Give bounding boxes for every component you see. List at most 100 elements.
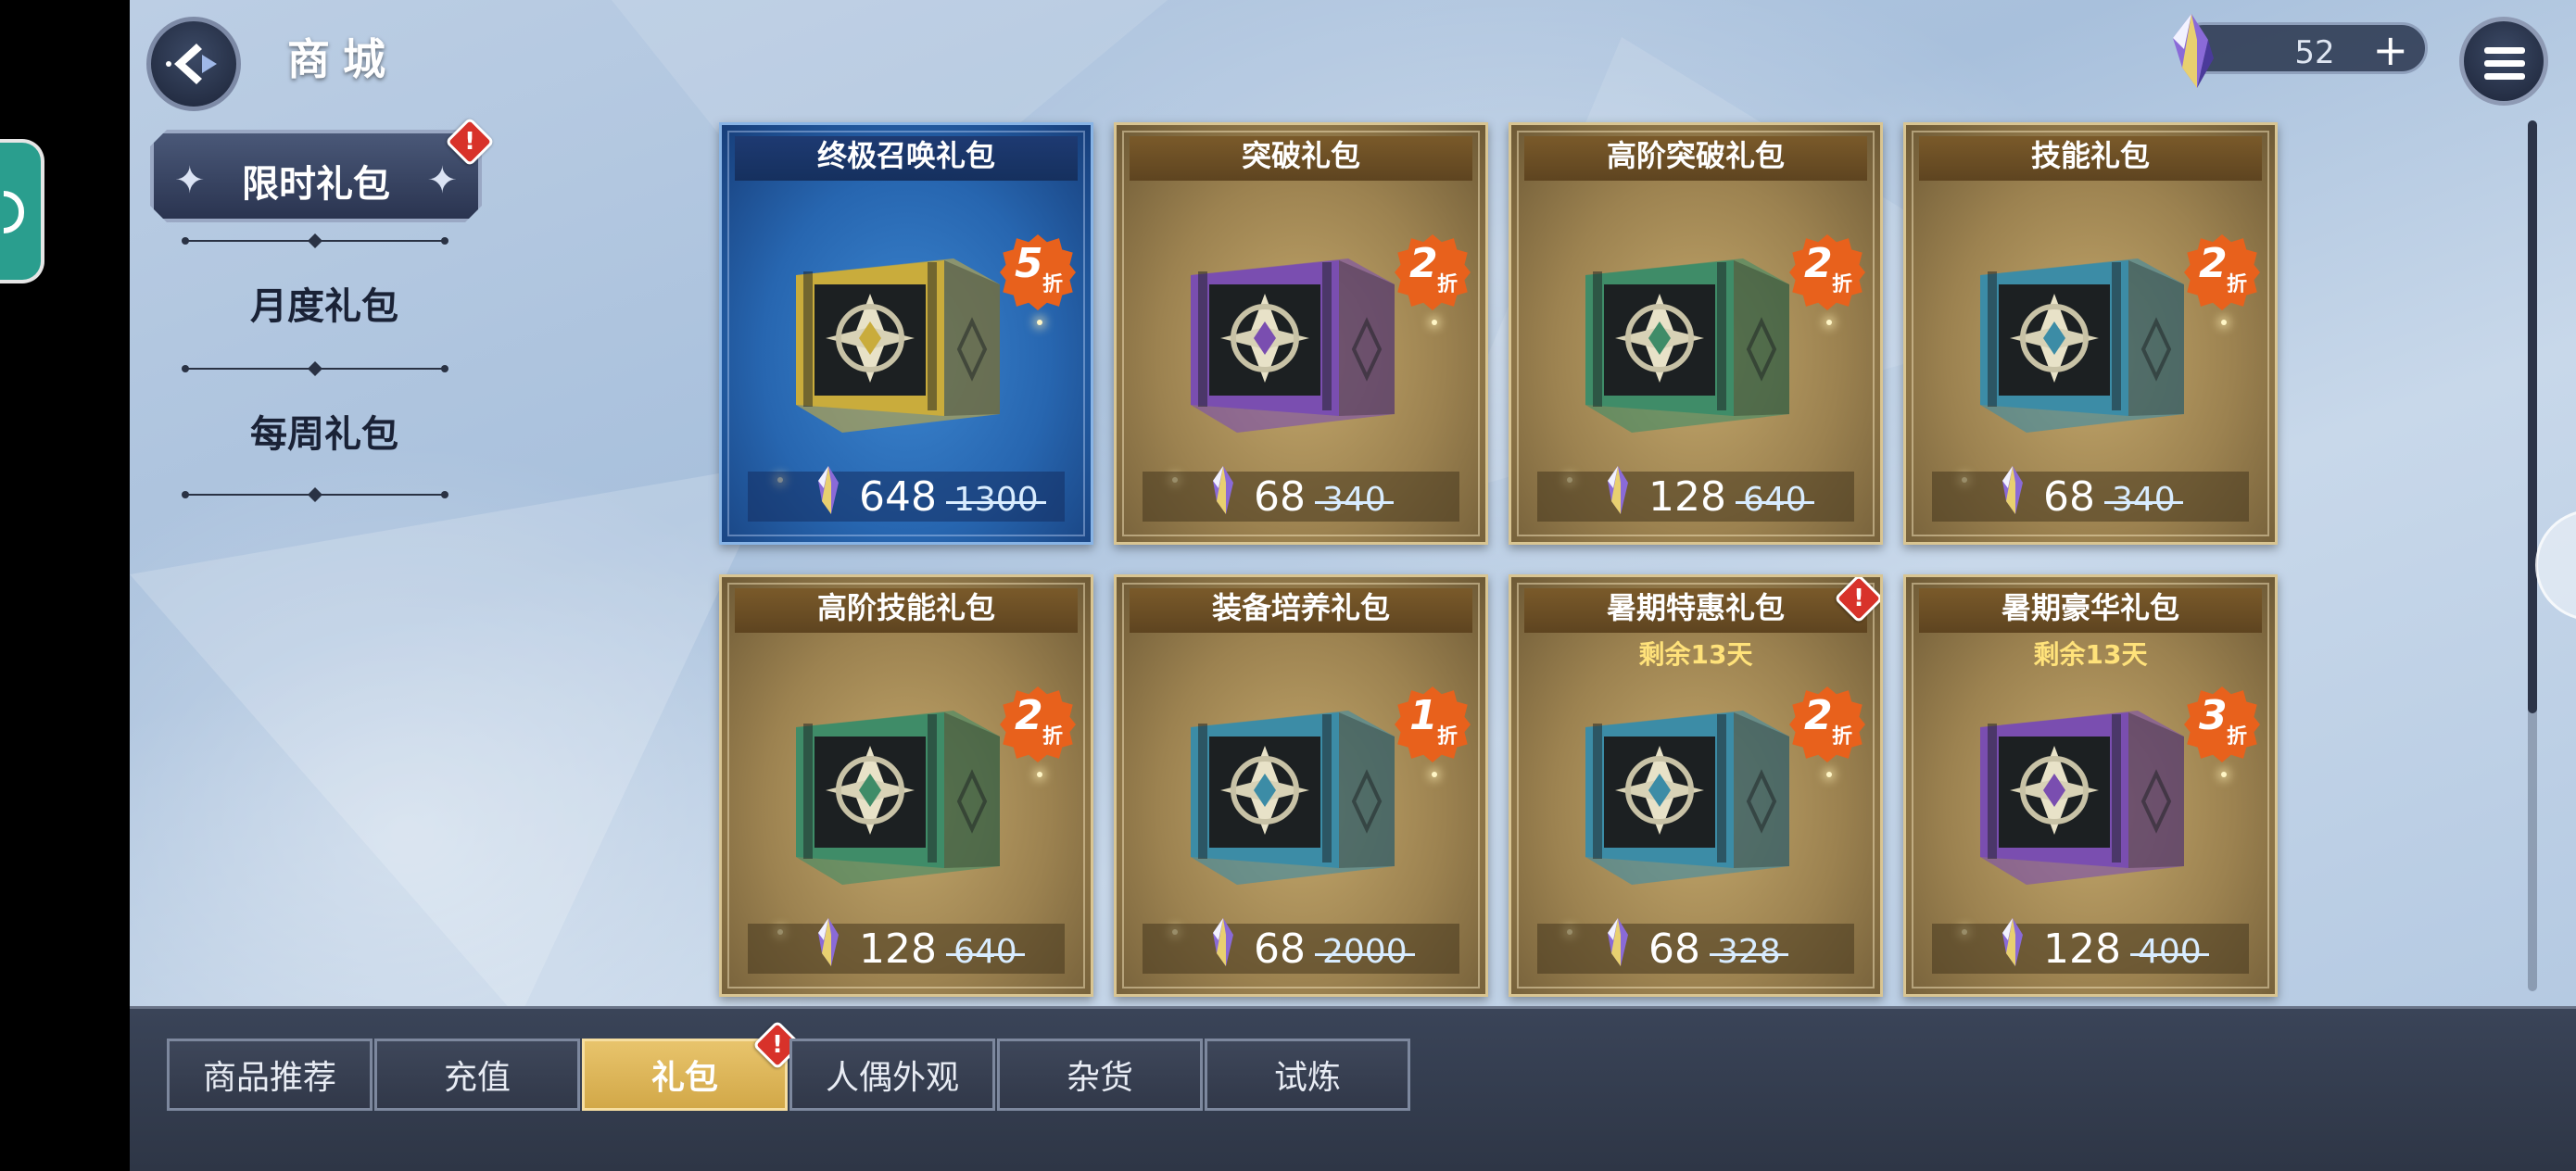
discount-unit: 折 <box>2227 273 2248 296</box>
crystal-gem-icon <box>2002 918 2023 966</box>
scroll-thumb[interactable] <box>2528 120 2537 713</box>
discount-badge: 2 折 <box>2184 234 2260 310</box>
discount-unit: 折 <box>1042 725 1064 749</box>
pack-title: 高阶技能礼包 <box>816 590 995 625</box>
category-weekly-pack[interactable]: 每周礼包 <box>130 404 519 458</box>
crystal-gem-icon <box>2173 14 2214 88</box>
price-bar: 68 340 <box>1932 466 2249 522</box>
discount-value: 2 <box>1409 240 1438 287</box>
crystal-gem-icon <box>818 918 839 966</box>
category-label: 限时礼包 <box>242 163 390 206</box>
crystal-gem-icon <box>818 466 839 514</box>
treasure-chest-icon <box>1585 711 1789 885</box>
bottom-tab-bar: 商品推荐 充值 礼包! 人偶外观 杂货 试炼 <box>130 1006 2576 1171</box>
category-limited-pack[interactable]: ✦ ✦ 限时礼包 <box>150 130 482 222</box>
treasure-chest-icon <box>796 258 1000 433</box>
crystal-gem-icon <box>1213 918 1233 966</box>
price-bar: 68 340 <box>1143 466 1459 522</box>
price-bar: 128 400 <box>1932 918 2249 974</box>
original-price: 640 <box>1736 481 1814 519</box>
currency-value: 52 <box>2294 34 2335 71</box>
discount-value: 5 <box>1015 240 1043 287</box>
discount-unit: 折 <box>1832 273 1853 296</box>
pack-card[interactable]: 终极召唤礼包 5 折 648 1300 <box>719 122 1093 545</box>
discount-unit: 折 <box>1832 725 1853 749</box>
current-price: 128 <box>859 925 937 973</box>
tab-misc[interactable]: 杂货 <box>997 1039 1203 1111</box>
price-bar: 128 640 <box>1537 466 1854 522</box>
discount-unit: 折 <box>1437 725 1458 749</box>
sparkle <box>1432 772 1437 777</box>
discount-badge: 5 折 <box>1000 234 1076 310</box>
original-price: 340 <box>1315 481 1394 519</box>
pack-card[interactable]: 装备培养礼包 1 折 68 2000 <box>1114 574 1488 997</box>
pack-card[interactable]: 暑期豪华礼包 剩余13天 3 折 128 400 <box>1903 574 2278 997</box>
menu-button[interactable] <box>2459 17 2548 106</box>
menu-icon-line <box>2484 60 2525 67</box>
pack-card[interactable]: 高阶技能礼包 2 折 128 640 <box>719 574 1093 997</box>
crystal-gem-icon <box>2002 466 2023 514</box>
alert-mark: ! <box>1853 585 1864 612</box>
original-price: 328 <box>1710 933 1788 971</box>
discount-badge: 2 折 <box>1789 234 1865 310</box>
sparkle <box>1826 320 1832 325</box>
pack-time-remaining: 剩余13天 <box>2033 639 2148 670</box>
pack-title: 暑期特惠礼包 <box>1606 590 1785 625</box>
assist-icon <box>4 191 24 233</box>
shop-screen: 商城 52 + ✦ ✦ 限时礼包 ! 月度礼包 每周礼包 终极召唤礼包 5 折 … <box>130 0 2576 1171</box>
discount-value: 1 <box>1409 692 1438 739</box>
original-price: 400 <box>2130 933 2209 971</box>
tab-recharge[interactable]: 充值 <box>374 1039 580 1111</box>
price-bar: 68 2000 <box>1143 918 1459 974</box>
price-bar: 648 1300 <box>748 466 1065 522</box>
crystal-gem-icon <box>1608 466 1628 514</box>
pack-title: 装备培养礼包 <box>1211 590 1390 625</box>
side-drawer-handle[interactable] <box>2535 510 2576 621</box>
alert-mark: ! <box>772 1031 783 1059</box>
price-bar: 68 328 <box>1537 918 1854 974</box>
divider-ornament <box>182 487 448 502</box>
floating-assist-tab[interactable] <box>0 139 44 283</box>
pack-card[interactable]: 高阶突破礼包 2 折 128 640 <box>1509 122 1883 545</box>
sparkle <box>1037 772 1042 777</box>
add-currency-button[interactable]: + <box>2372 29 2408 71</box>
tab-label: 杂货 <box>1066 1059 1133 1097</box>
discount-badge: 3 折 <box>2184 686 2260 762</box>
discount-value: 2 <box>1804 692 1833 739</box>
sparkle <box>1432 320 1437 325</box>
sparkle <box>1826 772 1832 777</box>
crystal-gem-icon <box>1213 466 1233 514</box>
back-button[interactable] <box>146 17 241 111</box>
tab-label: 礼包 <box>650 1059 718 1097</box>
original-price: 1300 <box>946 481 1046 519</box>
discount-badge: 1 折 <box>1395 686 1471 762</box>
discount-value: 2 <box>1804 240 1833 287</box>
pack-time-remaining: 剩余13天 <box>1638 639 1753 670</box>
pack-title: 技能礼包 <box>2030 138 2150 173</box>
divider-ornament <box>182 233 448 248</box>
currency-counter: 52 + <box>2173 14 2428 88</box>
category-monthly-pack[interactable]: 月度礼包 <box>130 276 519 330</box>
treasure-chest-icon <box>796 711 1000 885</box>
pack-card[interactable]: 突破礼包 2 折 68 340 <box>1114 122 1488 545</box>
current-price: 128 <box>2043 925 2121 973</box>
bg-facet <box>130 463 778 1019</box>
treasure-chest-icon <box>1585 258 1789 433</box>
current-price: 128 <box>1648 473 1726 521</box>
crystal-gem-icon <box>1608 918 1628 966</box>
discount-badge: 2 折 <box>1789 686 1865 762</box>
tab-label: 商品推荐 <box>202 1059 336 1097</box>
current-price: 68 <box>1254 925 1306 973</box>
original-price: 340 <box>2104 481 2183 519</box>
treasure-chest-icon <box>1191 711 1395 885</box>
pack-title: 突破礼包 <box>1241 138 1360 173</box>
tab-doll-skins[interactable]: 人偶外观 <box>789 1039 995 1111</box>
tab-trial[interactable]: 试炼 <box>1205 1039 1410 1111</box>
pack-card[interactable]: 技能礼包 2 折 68 340 <box>1903 122 2278 545</box>
tab-label: 人偶外观 <box>825 1059 959 1097</box>
current-price: 648 <box>859 473 937 521</box>
discount-unit: 折 <box>1042 273 1064 296</box>
pack-card[interactable]: 暑期特惠礼包 剩余13天 2 折 68 328 ! <box>1509 574 1883 997</box>
treasure-chest-icon <box>1980 711 2184 885</box>
tab-recommend[interactable]: 商品推荐 <box>167 1039 373 1111</box>
